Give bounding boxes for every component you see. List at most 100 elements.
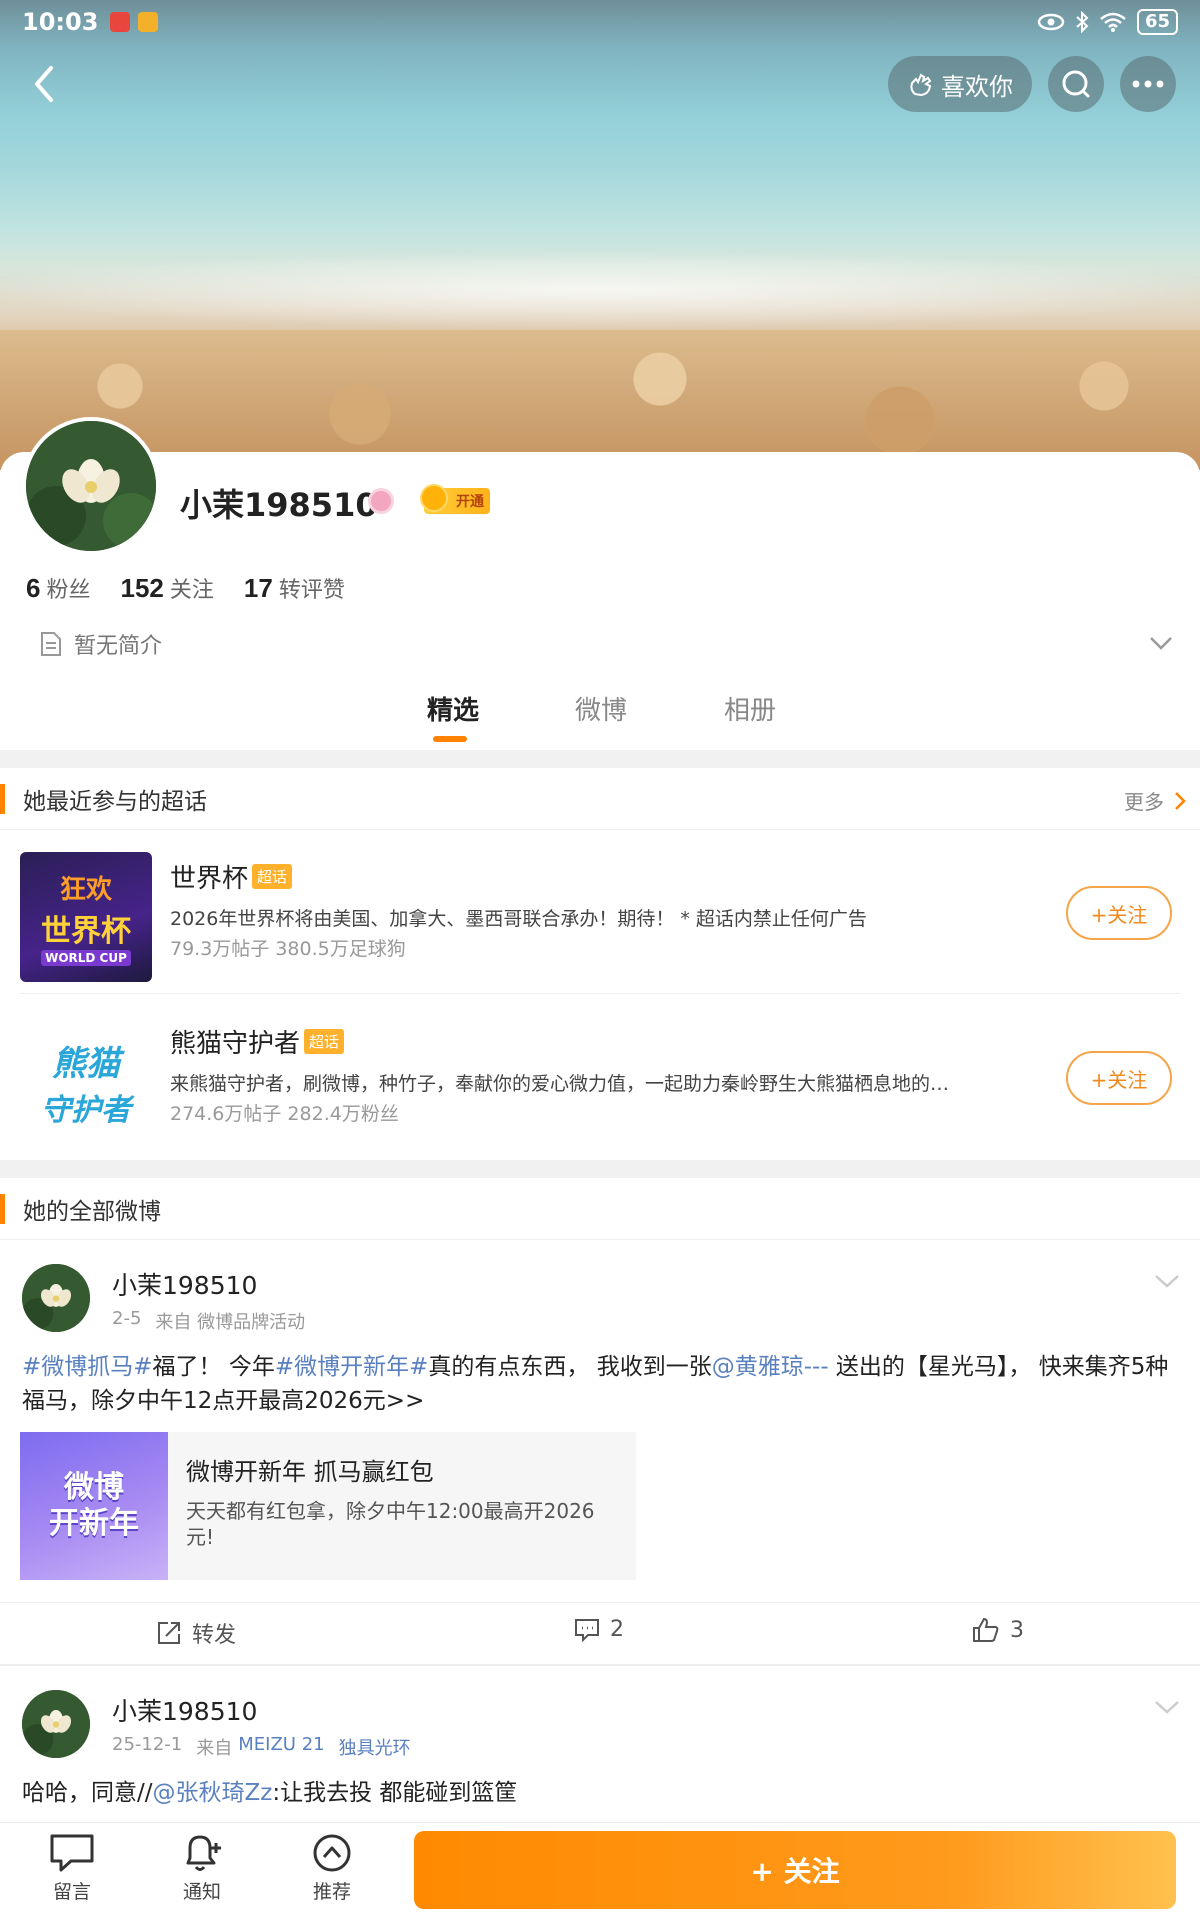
chevron-down-icon[interactable] bbox=[1152, 1270, 1182, 1292]
supertopic-tag: 超话 bbox=[252, 864, 293, 889]
post-actions: 转发 2 3 bbox=[0, 1602, 1200, 1666]
section-separator bbox=[0, 1160, 1200, 1178]
message-button[interactable]: 留言 bbox=[32, 1833, 112, 1904]
thumb-line: 狂欢 bbox=[59, 874, 112, 905]
repost-label: 转发 bbox=[192, 1623, 237, 1648]
post-text: 哈哈，同意// bbox=[22, 1780, 153, 1806]
card-thumb-line: 开新年 bbox=[49, 1506, 139, 1541]
bluetooth-icon bbox=[1076, 11, 1089, 33]
nav-label: 留言 bbox=[52, 1881, 91, 1903]
notification-app-icon bbox=[110, 12, 131, 32]
vip-open-badge[interactable]: 开通 bbox=[420, 484, 490, 514]
follow-supertopic-button[interactable]: +关注 bbox=[1066, 1051, 1172, 1105]
like-button[interactable]: 3 bbox=[972, 1617, 1024, 1643]
post-author[interactable]: 小茉198510 bbox=[112, 1692, 257, 1728]
post-text: 福了！ 今年 bbox=[152, 1354, 275, 1380]
post-source-prefix: 来自 bbox=[196, 1738, 233, 1759]
stat-followers-value: 6 bbox=[26, 573, 41, 603]
thumb-line: 熊猫 bbox=[52, 1043, 120, 1084]
weibo-post: 小茉198510 2-5 来自 微博品牌活动 #微博抓马#福了！ 今年#微博开新… bbox=[0, 1240, 1200, 1666]
stat-engagement-label: 转评赞 bbox=[278, 578, 345, 603]
stat-following-value: 152 bbox=[120, 573, 164, 603]
like-you-button[interactable]: 喜欢你 bbox=[888, 56, 1032, 112]
more-options-button[interactable] bbox=[1120, 56, 1176, 112]
supertopic-name: 熊猫守护者 超话 bbox=[170, 1023, 345, 1060]
post-content: #微博抓马#福了！ 今年#微博开新年#真的有点东西， 我收到一张@黄雅琼--- … bbox=[22, 1350, 1182, 1418]
post-date: 2-5 bbox=[112, 1308, 142, 1329]
nav-label: 推荐 bbox=[312, 1881, 351, 1903]
status-time: 10:03 bbox=[22, 8, 99, 36]
stat-engagement-value: 17 bbox=[243, 573, 273, 603]
card-thumb-line: 微博 bbox=[64, 1470, 124, 1505]
avatar[interactable] bbox=[22, 417, 160, 555]
supertopic-desc: 2026年世界杯将由美国、加拿大、墨西哥联合承办！期待！ * 超话内禁止任何广告 bbox=[170, 908, 867, 930]
like-you-label: 喜欢你 bbox=[941, 72, 1013, 101]
post-text: 真的有点东西， 我收到一张 bbox=[428, 1354, 712, 1380]
stat-followers-label: 粉丝 bbox=[46, 578, 91, 603]
chat-icon bbox=[50, 1834, 94, 1872]
hashtag-link[interactable]: #微博抓马# bbox=[22, 1354, 153, 1380]
supertopics-header: 她最近参与的超话 更多 bbox=[0, 768, 1200, 830]
card-title: 微博开新年 抓马赢红包 bbox=[186, 1458, 434, 1486]
post-author[interactable]: 小茉198510 bbox=[112, 1266, 257, 1302]
like-count: 3 bbox=[1010, 1617, 1024, 1643]
bio-text: 暂无简介 bbox=[74, 634, 163, 659]
link-card[interactable]: 微博 开新年 微博开新年 抓马赢红包 天天都有红包拿，除夕中午12:00最高开2… bbox=[20, 1432, 636, 1580]
repost-icon bbox=[158, 1622, 180, 1644]
follow-user-button[interactable]: + 关注 bbox=[414, 1831, 1176, 1909]
thumb-line: 世界杯 bbox=[41, 913, 131, 949]
post-content: 哈哈，同意//@张秋琦Zz:让我去投 都能碰到篮筐 bbox=[22, 1776, 1182, 1810]
section-separator bbox=[0, 750, 1200, 768]
cover-sand bbox=[0, 330, 1200, 470]
active-tab-indicator bbox=[433, 736, 467, 742]
hashtag-link[interactable]: #微博开新年# bbox=[275, 1354, 429, 1380]
status-bar: 10:03 65 bbox=[0, 0, 1200, 44]
back-button[interactable] bbox=[18, 58, 70, 110]
supertopic-item[interactable]: 狂欢 世界杯 WORLD CUP 世界杯 超话 2026年世界杯将由美国、加拿大… bbox=[0, 830, 1200, 990]
posts-title: 她的全部微博 bbox=[23, 1198, 161, 1225]
supertopic-item[interactable]: 熊猫 守护者 熊猫守护者 超话 来熊猫守护者，刷微博，种竹子，奉献你的爱心微力值… bbox=[0, 995, 1200, 1155]
mention-link[interactable]: @张秋琦Zz bbox=[153, 1780, 273, 1806]
stat-engagement[interactable]: 17 转评赞 bbox=[244, 572, 345, 604]
chevron-down-icon[interactable] bbox=[1146, 628, 1176, 658]
supertopic-name: 世界杯 超话 bbox=[170, 858, 293, 895]
posts-header: 她的全部微博 bbox=[0, 1178, 1200, 1240]
post-date: 25-12-1 bbox=[112, 1734, 183, 1755]
search-icon bbox=[1062, 70, 1090, 98]
supertopics-more-link[interactable]: 更多 bbox=[1124, 786, 1186, 815]
weibo-app-icon bbox=[138, 12, 159, 32]
post-avatar[interactable] bbox=[22, 1264, 90, 1332]
lotus-avatar-image bbox=[22, 1264, 90, 1332]
follow-supertopic-button[interactable]: +关注 bbox=[1066, 886, 1172, 940]
supertopics-title: 她最近参与的超话 bbox=[23, 788, 207, 815]
eye-icon bbox=[1037, 13, 1065, 31]
tab-album[interactable]: 相册 bbox=[690, 690, 810, 727]
supertopic-tag: 超话 bbox=[304, 1029, 345, 1054]
supertopic-meta: 79.3万帖子 380.5万足球狗 bbox=[170, 938, 406, 960]
comment-button[interactable]: 2 bbox=[574, 1617, 624, 1642]
tab-featured[interactable]: 精选 bbox=[393, 690, 513, 727]
more-dots-icon bbox=[1132, 80, 1164, 88]
worldcup-thumbnail: 狂欢 世界杯 WORLD CUP bbox=[20, 852, 152, 982]
section-accent-bar bbox=[0, 1193, 5, 1224]
post-text: :让我去投 都能碰到篮筐 bbox=[272, 1780, 518, 1806]
chevron-down-icon[interactable] bbox=[1152, 1696, 1182, 1718]
hand-icon bbox=[910, 73, 932, 97]
repost-button[interactable]: 转发 bbox=[156, 1617, 236, 1649]
post-source: 来自 微博品牌活动 bbox=[155, 1312, 306, 1333]
chevron-right-icon bbox=[1175, 791, 1186, 810]
tab-weibo[interactable]: 微博 bbox=[541, 690, 661, 727]
notify-button[interactable]: 通知 bbox=[162, 1833, 242, 1904]
bottom-action-bar: 留言 通知 推荐 + 关注 bbox=[0, 1822, 1200, 1920]
stat-following[interactable]: 152 关注 bbox=[120, 572, 213, 604]
post-source-tagline[interactable]: 独具光环 bbox=[339, 1734, 411, 1760]
post-avatar[interactable] bbox=[22, 1690, 90, 1758]
stat-followers[interactable]: 6 粉丝 bbox=[26, 572, 90, 604]
post-source-device[interactable]: MEIZU 21 bbox=[238, 1734, 324, 1760]
bell-icon bbox=[186, 1835, 221, 1871]
mention-link[interactable]: @黄雅琼--- bbox=[712, 1354, 829, 1380]
vip-open-label: 开通 bbox=[456, 494, 484, 510]
recommend-button[interactable]: 推荐 bbox=[292, 1833, 372, 1904]
search-button[interactable] bbox=[1048, 56, 1104, 112]
nav-label: 通知 bbox=[182, 1881, 221, 1903]
